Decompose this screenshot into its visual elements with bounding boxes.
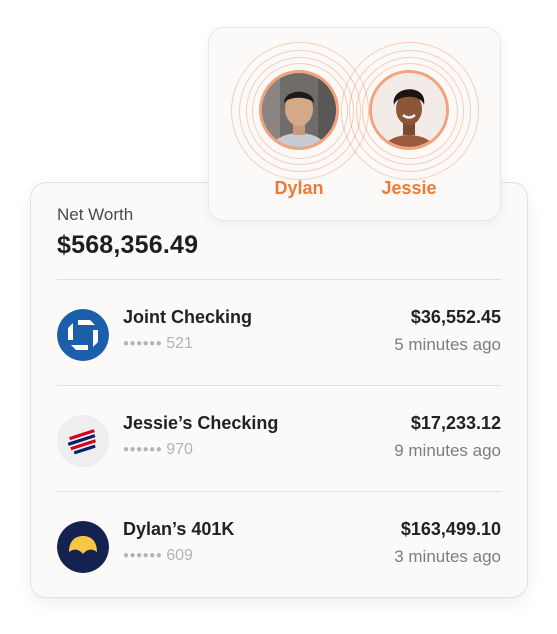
member-name: Jessie: [381, 178, 437, 198]
account-row-joint-checking[interactable]: Joint Checking ●●●●●● 521 $36,552.45 5 mi…: [57, 303, 501, 365]
account-updated-time: 9 minutes ago: [394, 441, 501, 460]
account-balance: $163,499.10: [400, 519, 501, 539]
account-name: Jessie’s Checking: [123, 413, 279, 433]
net-worth-label: Net Worth: [57, 205, 134, 224]
account-number-mask: ●●●●●● 970: [123, 441, 193, 458]
account-balance: $36,552.45: [410, 307, 501, 327]
bank-of-america-logo-icon: [57, 415, 109, 467]
member-jessie[interactable]: Jessie: [341, 28, 479, 220]
divider: [57, 279, 501, 280]
account-number-mask: ●●●●●● 609: [123, 547, 193, 564]
avatar: [259, 70, 339, 150]
account-name: Joint Checking: [123, 307, 253, 327]
account-name: Dylan’s 401K: [123, 519, 235, 539]
shared-members-card: Dylan Jessie: [208, 27, 501, 221]
account-updated-time: 5 minutes ago: [394, 335, 501, 354]
net-worth-card: Net Worth $568,356.49 Joint Checking ●●●…: [30, 182, 528, 598]
divider: [57, 385, 501, 386]
net-worth-value: $568,356.49: [57, 231, 199, 259]
account-number-mask: ●●●●●● 521: [123, 335, 193, 352]
divider: [57, 491, 501, 492]
account-row-dylans-401k[interactable]: Dylan’s 401K ●●●●●● 609 $163,499.10 3 min…: [57, 515, 501, 577]
chase-logo-icon: [57, 309, 109, 361]
account-updated-time: 3 minutes ago: [394, 547, 501, 566]
retirement-provider-logo-icon: [57, 521, 109, 573]
account-balance: $17,233.12: [410, 413, 501, 433]
avatar: [369, 70, 449, 150]
account-row-jessies-checking[interactable]: Jessie’s Checking ●●●●●● 970 $17,233.12 9…: [57, 409, 501, 471]
